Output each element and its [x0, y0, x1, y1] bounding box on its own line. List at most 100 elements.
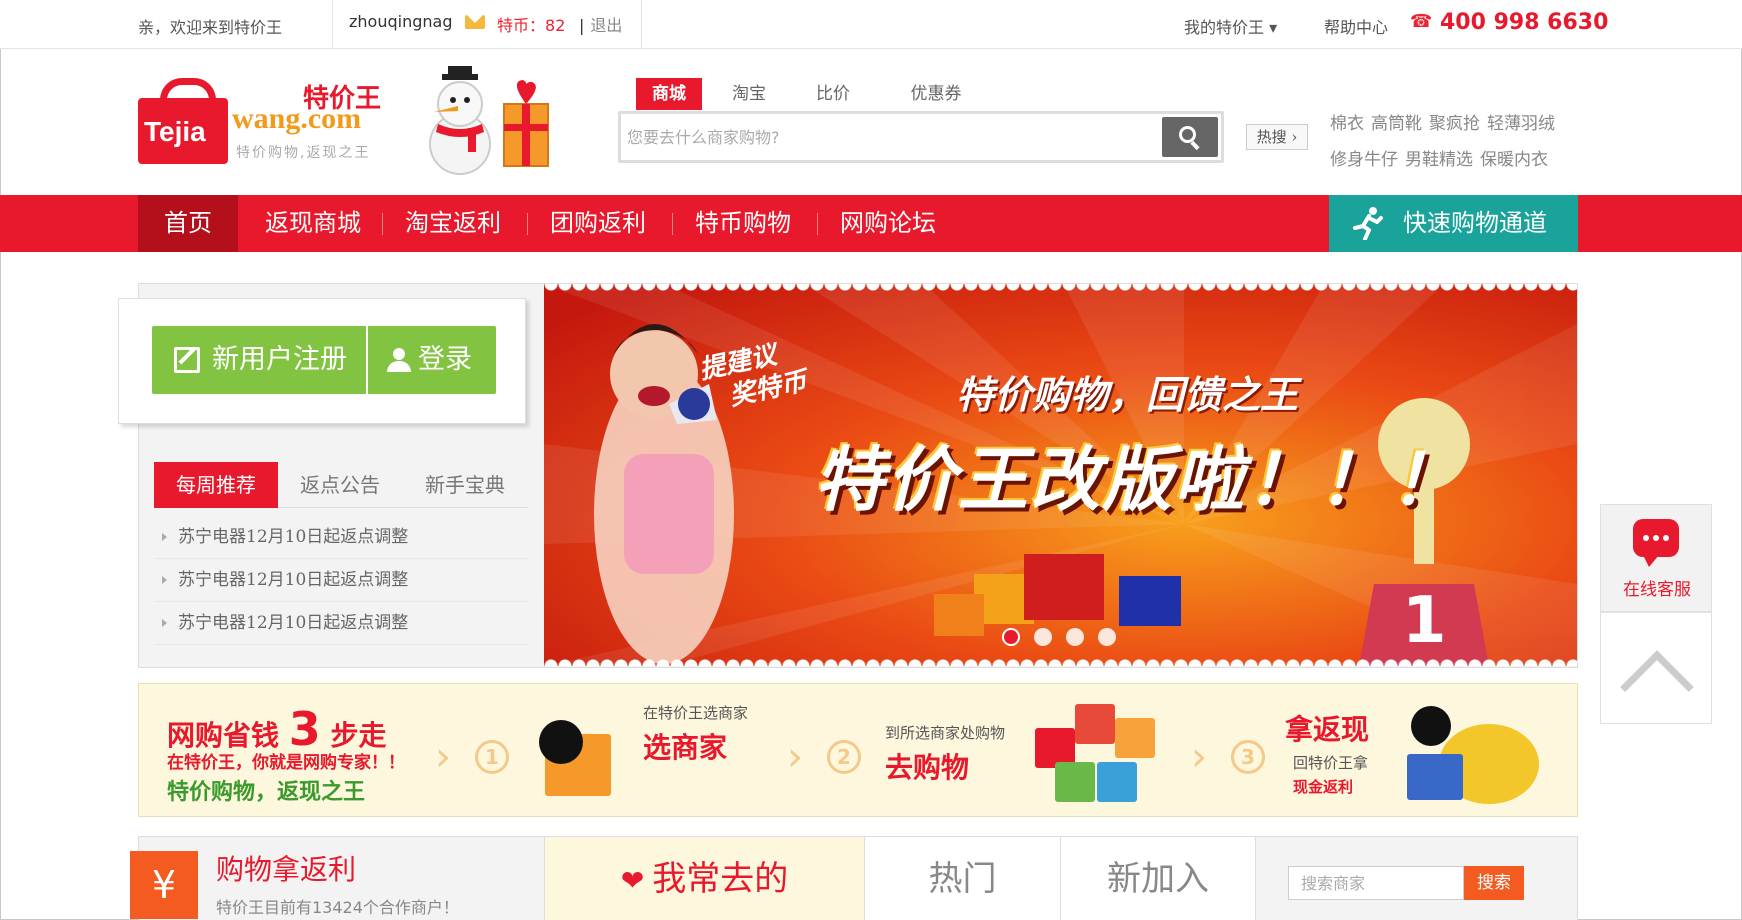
step2-desc: 到所选商家处购物 [885, 724, 1006, 742]
register-button[interactable]: 新用户注册 [152, 326, 366, 394]
chevron-right-icon: › [1291, 128, 1298, 146]
box-illustration [1075, 704, 1115, 744]
mail-icon[interactable] [465, 15, 485, 29]
step1-desc: 在特价王选商家 [643, 704, 749, 722]
chevron-right-icon: › [435, 734, 451, 780]
merchant-search-button[interactable]: 搜索 [1464, 866, 1524, 900]
tab-beginner-guide[interactable]: 新手宝典 [402, 462, 528, 508]
list-item[interactable]: 苏宁电器12月10日起返点调整 [154, 516, 528, 559]
search-button[interactable] [1162, 117, 1218, 157]
logout-link[interactable]: 退出 [590, 16, 622, 35]
hero-banner[interactable]: 提建议 奖特币 特价购物，回馈之王 特价王改版啦！！！ 1 [544, 284, 1577, 666]
nav-item-taobao-rebate[interactable]: 淘宝返利 [392, 195, 514, 252]
tab-weekly-picks[interactable]: 每周推荐 [154, 462, 278, 508]
separator: | [579, 16, 585, 35]
main-nav: 首页 返现商城 淘宝返利 团购返利 特币购物 网购论坛 快速购物通道 [0, 195, 1742, 252]
step3-desc2: 现金返利 [1293, 778, 1354, 796]
login-button[interactable]: 登录 [368, 326, 496, 394]
figure-illustration [1411, 706, 1451, 746]
merchants-title: 购物拿返利 [216, 853, 357, 886]
user-info: zhouqingnag 特币：82 | 退出 [332, 0, 642, 49]
my-account-dropdown[interactable]: 我的特价王 ▾ [1184, 14, 1277, 38]
chevron-right-icon: › [787, 734, 803, 780]
notice-list: 苏宁电器12月10日起返点调整 苏宁电器12月10日起返点调整 苏宁电器12月1… [154, 516, 528, 645]
help-center-link[interactable]: 帮助中心 [1324, 14, 1388, 38]
merchants-subtitle: 特价王目前有13424个合作商户！ [216, 898, 459, 917]
list-item[interactable]: 苏宁电器12月10日起返点调整 [154, 602, 528, 645]
logo-bag-text: Tejia [144, 116, 206, 147]
nav-item-groupbuy-rebate[interactable]: 团购返利 [537, 195, 659, 252]
snowman-mascot-icon [429, 66, 549, 175]
phone-icon: ☎ [1410, 11, 1433, 32]
list-item[interactable]: 苏宁电器12月10日起返点调整 [154, 559, 528, 602]
step3-title: 拿返现 [1285, 713, 1370, 746]
hot-word[interactable]: 男鞋精选 [1405, 150, 1473, 170]
step-number: 2 [827, 740, 861, 774]
online-service-label: 在线客服 [1623, 580, 1691, 600]
nav-separator [817, 213, 818, 235]
step-number: 3 [1231, 740, 1265, 774]
three-steps-banner[interactable]: 网购省钱 3 步走 在特价王，你就是网购专家！！ 特价购物，返现之王 › 1 在… [138, 683, 1578, 817]
heart-icon: ❤ [620, 864, 645, 897]
podium-number: 1 [1402, 584, 1447, 658]
box-illustration [1055, 762, 1095, 802]
tab-frequent[interactable]: ❤ 我常去的 [544, 837, 864, 920]
yen-icon: ¥ [130, 851, 198, 919]
search-tab-compare[interactable]: 比价 [800, 78, 866, 110]
nav-item-cashback-mall[interactable]: 返现商城 [252, 195, 374, 252]
site-logo[interactable]: Tejia 特价王 wang.com 特价购物,返现之王 [138, 78, 398, 166]
nav-item-home[interactable]: 首页 [138, 195, 238, 252]
search-box [618, 111, 1224, 163]
hot-search-label: 热搜 [1256, 128, 1287, 146]
logo-bag-icon: Tejia [138, 78, 228, 164]
runner-icon [1353, 207, 1383, 240]
carousel-dot[interactable] [1034, 628, 1052, 646]
user-icon [386, 348, 412, 374]
hot-search-tag: 热搜 › [1246, 124, 1308, 150]
fast-channel-label: 快速购物通道 [1403, 209, 1547, 237]
steps-line3: 特价购物，返现之王 [167, 780, 366, 805]
box-illustration [1097, 762, 1137, 802]
welcome-text: 亲，欢迎来到特价王 [138, 18, 283, 37]
step1-title: 选商家 [643, 731, 728, 764]
box-illustration [1407, 754, 1463, 800]
search-input[interactable] [627, 120, 1147, 154]
notice-tabs: 每周推荐 返点公告 新手宝典 [154, 462, 528, 508]
search-tab-coupon[interactable]: 优惠券 [896, 78, 976, 110]
hot-word[interactable]: 聚疯抢 [1429, 114, 1480, 134]
hot-words: 棉衣 高筒靴 聚疯抢 轻薄羽绒 修身牛仔 男鞋精选 保暖内衣 [1330, 106, 1590, 178]
hot-word[interactable]: 保暖内衣 [1480, 150, 1548, 170]
nav-separator [527, 213, 528, 235]
steps-line2: 在特价王，你就是网购专家！！ [167, 753, 405, 773]
login-label: 登录 [418, 344, 472, 375]
search-tab-taobao[interactable]: 淘宝 [716, 78, 782, 110]
nav-item-forum[interactable]: 网购论坛 [827, 195, 949, 252]
tab-newly-added[interactable]: 新加入 [1060, 837, 1256, 920]
coins-display: 特币：82 [497, 12, 565, 36]
banner-subtitle: 特价购物，回馈之王 [956, 373, 1299, 417]
merchant-search-input[interactable] [1288, 866, 1464, 900]
nav-item-coin-shopping[interactable]: 特币购物 [682, 195, 804, 252]
username-link[interactable]: zhouqingnag [349, 12, 452, 31]
top-bar: 亲，欢迎来到特价王 zhouqingnag 特币：82 | 退出 我的特价王 ▾ … [0, 0, 1742, 49]
fast-shopping-channel-button[interactable]: 快速购物通道 [1329, 195, 1578, 252]
box-illustration [1115, 718, 1155, 758]
nav-separator [382, 213, 383, 235]
back-to-top-button[interactable] [1600, 612, 1712, 724]
hot-word[interactable]: 棉衣 [1330, 114, 1364, 134]
hot-word[interactable]: 修身牛仔 [1330, 150, 1398, 170]
online-service-button[interactable]: 在线客服 [1600, 504, 1712, 612]
search-tab-mall[interactable]: 商城 [636, 78, 702, 110]
register-label: 新用户注册 [212, 344, 347, 375]
tab-rebate-notice[interactable]: 返点公告 [278, 462, 402, 508]
banner-headline: 特价王改版啦！！！ [814, 439, 1462, 521]
step-number: 1 [475, 740, 509, 774]
carousel-dot[interactable] [1098, 628, 1116, 646]
hot-word[interactable]: 轻薄羽绒 [1487, 114, 1555, 134]
carousel-dot[interactable] [1002, 628, 1020, 646]
carousel-dot[interactable] [1066, 628, 1084, 646]
step2-title: 去购物 [885, 751, 970, 784]
hot-word[interactable]: 高筒靴 [1371, 114, 1422, 134]
tab-popular[interactable]: 热门 [864, 837, 1060, 920]
coins-label: 特币： [497, 16, 546, 35]
